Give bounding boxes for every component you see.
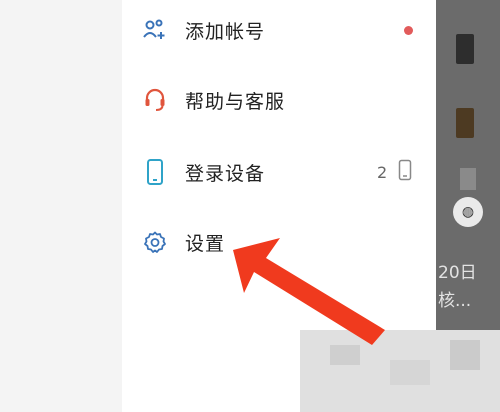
annotation-arrow xyxy=(233,238,385,345)
